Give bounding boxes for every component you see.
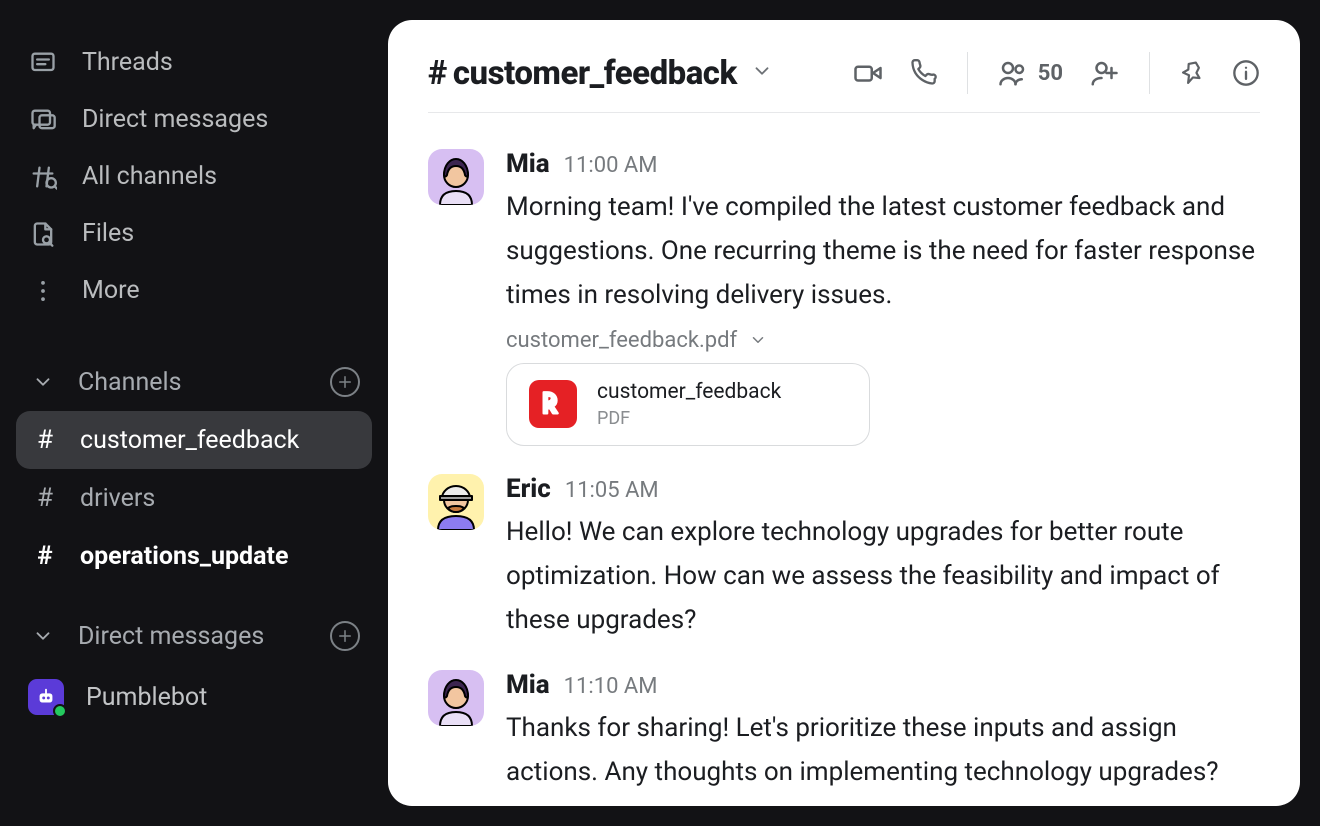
- channel-panel: #customer_feedback 50: [388, 20, 1300, 806]
- nav-label: Direct messages: [82, 105, 268, 134]
- attachment-label: customer_feedback.pdf: [506, 328, 737, 353]
- nav-label: Threads: [82, 48, 173, 77]
- nav-label: More: [82, 276, 140, 305]
- member-count: 50: [1038, 61, 1063, 86]
- channel-label: drivers: [80, 484, 155, 513]
- chevron-down-icon: [28, 371, 58, 393]
- chevron-down-icon: [749, 331, 767, 349]
- members-button[interactable]: 50: [998, 58, 1063, 88]
- add-member-button[interactable]: [1089, 58, 1119, 88]
- hash-icon: #: [32, 483, 58, 513]
- message-text: Morning team! I've compiled the latest c…: [506, 185, 1260, 318]
- attachment-card[interactable]: customer_feedback PDF: [506, 363, 870, 446]
- channel-label: operations_update: [80, 542, 288, 571]
- attachment-name: customer_feedback: [597, 380, 781, 404]
- avatar[interactable]: [428, 149, 484, 205]
- message-author[interactable]: Mia: [506, 670, 550, 700]
- dm-pumblebot[interactable]: Pumblebot: [16, 665, 372, 729]
- separator: [1149, 52, 1150, 94]
- people-icon: [998, 58, 1028, 88]
- info-button[interactable]: [1232, 59, 1260, 87]
- header-actions: 50: [853, 52, 1260, 94]
- nav-direct-messages[interactable]: Direct messages: [16, 91, 372, 148]
- more-icon: [28, 277, 58, 305]
- chevron-down-icon: [751, 60, 773, 86]
- nav-label: Files: [82, 219, 134, 248]
- bot-avatar: [28, 679, 64, 715]
- message-author[interactable]: Mia: [506, 149, 550, 179]
- add-dm-button[interactable]: [330, 621, 360, 651]
- pin-button[interactable]: [1180, 60, 1206, 86]
- all-channels-icon: [28, 163, 58, 191]
- message-text: Hello! We can explore technology upgrade…: [506, 510, 1260, 643]
- channel-header: #customer_feedback 50: [388, 20, 1300, 112]
- message-time: 11:00 AM: [564, 153, 658, 178]
- section-label: Channels: [78, 368, 182, 397]
- hash-icon: #: [32, 541, 58, 571]
- avatar[interactable]: [428, 474, 484, 530]
- message-author[interactable]: Eric: [506, 474, 551, 504]
- pdf-icon: [529, 380, 577, 428]
- chevron-down-icon: [28, 625, 58, 647]
- files-icon: [28, 220, 58, 248]
- threads-icon: [28, 49, 58, 77]
- nav-label: All channels: [82, 162, 217, 191]
- message-time: 11:05 AM: [565, 478, 659, 503]
- nav-threads[interactable]: Threads: [16, 34, 372, 91]
- channel-operations-update[interactable]: # operations_update: [16, 527, 372, 585]
- message: Mia 11:10 AM Thanks for sharing! Let's p…: [428, 654, 1260, 806]
- message-text: Thanks for sharing! Let's prioritize the…: [506, 706, 1260, 794]
- channel-title-button[interactable]: #customer_feedback: [428, 54, 773, 93]
- dms-section-header[interactable]: Direct messages: [16, 607, 372, 665]
- add-channel-button[interactable]: [330, 367, 360, 397]
- dm-icon: [28, 106, 58, 134]
- channel-customer-feedback[interactable]: # customer_feedback: [16, 411, 372, 469]
- hash-icon: #: [32, 425, 58, 455]
- channels-section-header[interactable]: Channels: [16, 353, 372, 411]
- nav-files[interactable]: Files: [16, 205, 372, 262]
- message-time: 11:10 AM: [564, 674, 658, 699]
- channel-title: #customer_feedback: [428, 54, 737, 93]
- attachment-type: PDF: [597, 408, 781, 429]
- separator: [967, 52, 968, 94]
- message: Mia 11:00 AM Morning team! I've compiled…: [428, 133, 1260, 458]
- audio-call-button[interactable]: [909, 59, 937, 87]
- channel-label: customer_feedback: [80, 426, 299, 455]
- section-label: Direct messages: [78, 622, 264, 651]
- nav-all-channels[interactable]: All channels: [16, 148, 372, 205]
- message-list: Mia 11:00 AM Morning team! I've compiled…: [388, 113, 1300, 806]
- sidebar: Threads Direct messages All channels Fil…: [0, 0, 388, 826]
- channel-name: customer_feedback: [453, 54, 737, 93]
- message: Eric 11:05 AM Hello! We can explore tech…: [428, 458, 1260, 655]
- avatar[interactable]: [428, 670, 484, 726]
- channel-drivers[interactable]: # drivers: [16, 469, 372, 527]
- video-call-button[interactable]: [853, 58, 883, 88]
- attachment-toggle[interactable]: customer_feedback.pdf: [506, 328, 1260, 353]
- presence-indicator: [53, 704, 67, 718]
- dm-label: Pumblebot: [86, 683, 207, 712]
- nav-more[interactable]: More: [16, 262, 372, 319]
